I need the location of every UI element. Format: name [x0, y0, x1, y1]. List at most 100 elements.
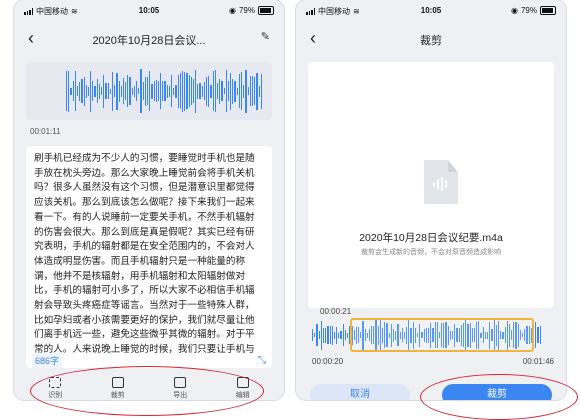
waveform-bar	[247, 87, 249, 95]
battery-icon	[540, 6, 556, 15]
waveform-bar	[146, 77, 149, 105]
nav-bar: ‹ 2020年10月28日会议... ✎	[14, 24, 284, 52]
waveform-bar	[258, 85, 260, 97]
transcript-card: 刷手机已经成为不少人的习惯，要睡觉时手机也是随手放在枕头旁边。那么大家晚上睡觉前…	[26, 146, 272, 370]
waveform-bar	[535, 322, 537, 348]
waveform-bar	[195, 69, 197, 113]
waveform-bar	[105, 83, 107, 99]
waveform-bar	[241, 72, 243, 110]
waveform-bar	[260, 73, 262, 109]
waveform-bar	[344, 330, 346, 340]
waveform-bar	[245, 69, 247, 113]
waveform-bar	[68, 70, 70, 112]
status-bar: 中国移动 ≋ 10:05 ◉ 79%	[14, 0, 284, 22]
waveform-bar	[221, 81, 223, 101]
transcript-text[interactable]: 刷手机已经成为不少人的习惯，要睡觉时手机也是随手放在枕头旁边。那么大家晚上睡觉前…	[34, 152, 264, 373]
waveform	[26, 62, 272, 120]
timeline-end-time: 00:01:46	[522, 357, 554, 366]
waveform-bar	[320, 320, 322, 350]
waveform-bar	[210, 84, 212, 98]
cancel-button[interactable]: 取消	[310, 384, 410, 400]
waveform-bar	[243, 84, 245, 98]
edit-title-icon[interactable]: ✎	[261, 30, 270, 43]
waveform-bar	[181, 70, 184, 112]
waveform-bar	[166, 84, 168, 98]
waveform-bar	[149, 71, 151, 111]
page-title: 2020年10月28日会议...	[92, 35, 206, 47]
waveform-bar	[223, 88, 225, 94]
audio-file-icon	[424, 160, 458, 204]
crop-hint: 裁剪会生成新的音频，不会对原音频造成影响	[361, 249, 501, 256]
waveform-bar	[101, 87, 103, 95]
waveform-bar	[327, 326, 329, 344]
waveform-bar	[131, 87, 133, 95]
waveform-bar	[175, 84, 177, 98]
waveform-bar	[203, 82, 205, 100]
waveform-bar	[316, 324, 318, 346]
waveform-bar	[109, 88, 111, 94]
waveform-bar	[138, 88, 140, 94]
waveform-bar	[168, 85, 170, 97]
expand-icon[interactable]: ⤡	[258, 355, 266, 366]
waveform-bar	[173, 87, 175, 95]
waveform-bar	[329, 326, 331, 344]
status-bar: 中国移动 ≋ 10:05 ◉ 79%	[296, 0, 566, 22]
waveform-bar	[83, 76, 85, 106]
waveform-bar	[70, 87, 72, 95]
trim-timeline[interactable]	[312, 318, 554, 352]
crop-screen: 中国移动 ≋ 10:05 ◉ 79% ‹ 裁剪 2020年10月28日会议纪要.…	[296, 0, 566, 400]
waveform-bar	[249, 76, 251, 106]
waveform-bar	[336, 326, 338, 344]
waveform-bar	[118, 80, 120, 102]
waveform-bar	[227, 81, 230, 101]
waveform-bar	[201, 85, 203, 97]
waveform-bar	[314, 333, 316, 337]
waveform-bar	[331, 325, 333, 345]
waveform-bar	[197, 83, 199, 99]
trim-start-time: 00:00:21	[320, 307, 352, 316]
waveform-bar	[179, 73, 181, 109]
waveform-player[interactable]	[26, 62, 272, 120]
battery-percent: 79%	[238, 6, 255, 15]
waveform-bar	[333, 331, 336, 339]
waveform-bar	[114, 85, 116, 97]
trim-selection[interactable]	[350, 318, 534, 352]
waveform-bar	[251, 76, 254, 106]
waveform-bar	[322, 327, 325, 343]
waveform-bar	[236, 87, 238, 95]
waveform-bar	[162, 81, 164, 101]
waveform-bar	[116, 72, 118, 110]
waveform-bar	[208, 75, 210, 107]
waveform-bar	[192, 79, 195, 103]
status-right: ◉ 79%	[511, 6, 556, 15]
waveform-bar	[199, 83, 201, 99]
waveform-bar	[79, 81, 81, 101]
waveform-bar	[338, 332, 340, 338]
file-name: 2020年10月28日会议纪要.m4a	[359, 232, 503, 244]
nav-bar: ‹ 裁剪	[296, 24, 566, 52]
battery-icon	[258, 6, 274, 15]
waveform-bar	[230, 72, 232, 110]
waveform-bar	[127, 75, 129, 107]
waveform-bar	[87, 86, 90, 96]
waveform-bar	[216, 83, 219, 99]
waveform-bar	[153, 81, 155, 101]
waveform-bar	[206, 76, 208, 106]
waveform-bar	[539, 326, 541, 344]
waveform-bar	[164, 81, 166, 101]
waveform-bar	[72, 81, 74, 101]
waveform-bar	[142, 82, 144, 100]
char-count-badge: 686字	[32, 353, 63, 368]
waveform-bar	[76, 86, 79, 96]
waveform-bar	[151, 83, 153, 99]
red-circle-annotation-left	[30, 366, 264, 416]
waveform-bar	[347, 332, 349, 338]
waveform-bar	[155, 80, 157, 102]
waveform-bar	[90, 70, 92, 112]
waveform-bar	[120, 85, 122, 97]
waveform-bar	[184, 71, 186, 111]
waveform-bar	[234, 80, 236, 102]
waveform-bar	[81, 79, 83, 103]
waveform-bar	[325, 327, 327, 343]
waveform-bar	[96, 79, 98, 103]
